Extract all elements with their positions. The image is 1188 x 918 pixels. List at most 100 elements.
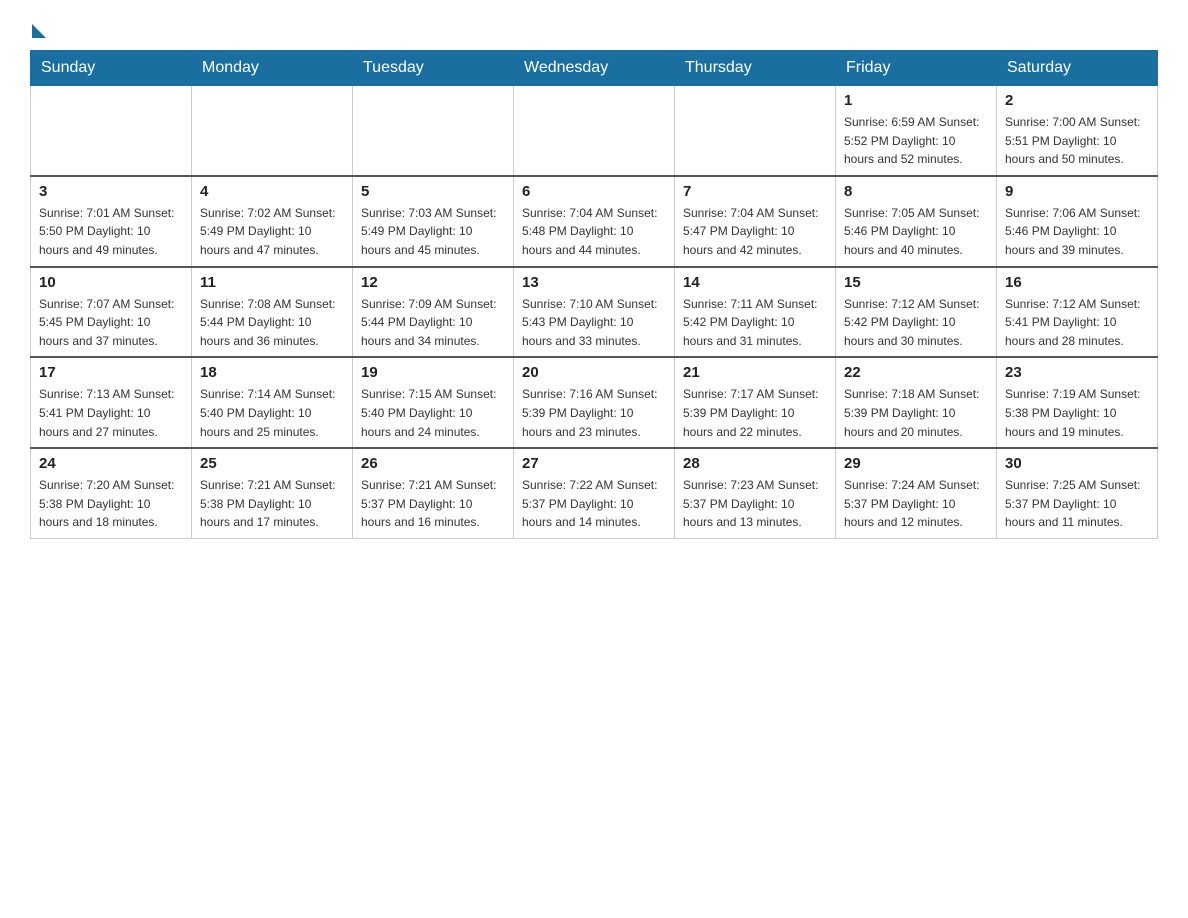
calendar-cell: 21 Sunrise: 7:17 AM Sunset: 5:39 PM Dayli… (675, 357, 836, 448)
calendar-cell: 22 Sunrise: 7:18 AM Sunset: 5:39 PM Dayli… (836, 357, 997, 448)
calendar-cell: 3Sunrise: 7:01 AM Sunset: 5:50 PM Daylig… (31, 176, 192, 267)
calendar-cell: 9Sunrise: 7:06 AM Sunset: 5:46 PM Daylig… (997, 176, 1158, 267)
day-number: 6 (522, 183, 666, 200)
day-info: Sunrise: 7:15 AM Sunset: 5:40 PM Dayligh… (361, 385, 505, 441)
calendar-cell: 27 Sunrise: 7:22 AM Sunset: 5:37 PM Dayli… (514, 448, 675, 538)
day-number: 10 (39, 274, 183, 291)
day-number: 23 (1005, 364, 1149, 381)
day-info: Sunrise: 7:03 AM Sunset: 5:49 PM Dayligh… (361, 204, 505, 260)
calendar-cell: 15 Sunrise: 7:12 AM Sunset: 5:42 PM Dayli… (836, 267, 997, 358)
calendar-cell (514, 86, 675, 176)
calendar-week-row: 1 Sunrise: 6:59 AM Sunset: 5:52 PM Daylig… (31, 86, 1158, 176)
day-number: 1 (844, 92, 988, 109)
calendar-cell: 6 Sunrise: 7:04 AM Sunset: 5:48 PM Daylig… (514, 176, 675, 267)
day-info: Sunrise: 7:06 AM Sunset: 5:46 PM Dayligh… (1005, 204, 1149, 260)
day-info: Sunrise: 7:21 AM Sunset: 5:38 PM Dayligh… (200, 476, 344, 532)
weekday-header-sunday: Sunday (31, 51, 192, 86)
day-info: Sunrise: 7:23 AM Sunset: 5:37 PM Dayligh… (683, 476, 827, 532)
day-number: 15 (844, 274, 988, 291)
calendar-cell: 5Sunrise: 7:03 AM Sunset: 5:49 PM Daylig… (353, 176, 514, 267)
calendar-cell: 2 Sunrise: 7:00 AM Sunset: 5:51 PM Daylig… (997, 86, 1158, 176)
day-number: 4 (200, 183, 344, 200)
day-number: 19 (361, 364, 505, 381)
day-info: Sunrise: 7:04 AM Sunset: 5:47 PM Dayligh… (683, 204, 827, 260)
day-info: Sunrise: 7:22 AM Sunset: 5:37 PM Dayligh… (522, 476, 666, 532)
day-info: Sunrise: 7:12 AM Sunset: 5:41 PM Dayligh… (1005, 295, 1149, 351)
calendar-cell (192, 86, 353, 176)
day-number: 28 (683, 455, 827, 472)
calendar-cell: 7 Sunrise: 7:04 AM Sunset: 5:47 PM Daylig… (675, 176, 836, 267)
day-info: Sunrise: 7:00 AM Sunset: 5:51 PM Dayligh… (1005, 113, 1149, 169)
day-info: Sunrise: 7:08 AM Sunset: 5:44 PM Dayligh… (200, 295, 344, 351)
day-number: 21 (683, 364, 827, 381)
day-info: Sunrise: 7:25 AM Sunset: 5:37 PM Dayligh… (1005, 476, 1149, 532)
calendar-cell: 29 Sunrise: 7:24 AM Sunset: 5:37 PM Dayli… (836, 448, 997, 538)
day-info: Sunrise: 6:59 AM Sunset: 5:52 PM Dayligh… (844, 113, 988, 169)
logo-arrow-icon (32, 24, 46, 38)
day-number: 8 (844, 183, 988, 200)
day-number: 25 (200, 455, 344, 472)
weekday-header-tuesday: Tuesday (353, 51, 514, 86)
day-info: Sunrise: 7:04 AM Sunset: 5:48 PM Dayligh… (522, 204, 666, 260)
calendar-cell: 1 Sunrise: 6:59 AM Sunset: 5:52 PM Daylig… (836, 86, 997, 176)
page-header (30, 20, 1158, 34)
weekday-header-saturday: Saturday (997, 51, 1158, 86)
day-info: Sunrise: 7:19 AM Sunset: 5:38 PM Dayligh… (1005, 385, 1149, 441)
calendar-week-row: 3Sunrise: 7:01 AM Sunset: 5:50 PM Daylig… (31, 176, 1158, 267)
day-info: Sunrise: 7:02 AM Sunset: 5:49 PM Dayligh… (200, 204, 344, 260)
calendar-cell: 20 Sunrise: 7:16 AM Sunset: 5:39 PM Dayli… (514, 357, 675, 448)
day-number: 30 (1005, 455, 1149, 472)
day-number: 29 (844, 455, 988, 472)
weekday-header-friday: Friday (836, 51, 997, 86)
day-number: 2 (1005, 92, 1149, 109)
day-number: 22 (844, 364, 988, 381)
calendar-cell: 13 Sunrise: 7:10 AM Sunset: 5:43 PM Dayli… (514, 267, 675, 358)
weekday-header-wednesday: Wednesday (514, 51, 675, 86)
day-info: Sunrise: 7:05 AM Sunset: 5:46 PM Dayligh… (844, 204, 988, 260)
day-info: Sunrise: 7:18 AM Sunset: 5:39 PM Dayligh… (844, 385, 988, 441)
calendar-week-row: 24 Sunrise: 7:20 AM Sunset: 5:38 PM Dayli… (31, 448, 1158, 538)
day-info: Sunrise: 7:20 AM Sunset: 5:38 PM Dayligh… (39, 476, 183, 532)
day-info: Sunrise: 7:21 AM Sunset: 5:37 PM Dayligh… (361, 476, 505, 532)
calendar-cell: 10 Sunrise: 7:07 AM Sunset: 5:45 PM Dayli… (31, 267, 192, 358)
calendar-cell: 18Sunrise: 7:14 AM Sunset: 5:40 PM Dayli… (192, 357, 353, 448)
day-info: Sunrise: 7:16 AM Sunset: 5:39 PM Dayligh… (522, 385, 666, 441)
calendar-table: SundayMondayTuesdayWednesdayThursdayFrid… (30, 50, 1158, 539)
day-info: Sunrise: 7:24 AM Sunset: 5:37 PM Dayligh… (844, 476, 988, 532)
day-info: Sunrise: 7:12 AM Sunset: 5:42 PM Dayligh… (844, 295, 988, 351)
day-number: 24 (39, 455, 183, 472)
day-number: 17 (39, 364, 183, 381)
weekday-header-thursday: Thursday (675, 51, 836, 86)
calendar-cell (353, 86, 514, 176)
day-number: 20 (522, 364, 666, 381)
day-info: Sunrise: 7:17 AM Sunset: 5:39 PM Dayligh… (683, 385, 827, 441)
calendar-cell: 11 Sunrise: 7:08 AM Sunset: 5:44 PM Dayli… (192, 267, 353, 358)
day-number: 11 (200, 274, 344, 291)
day-number: 12 (361, 274, 505, 291)
calendar-cell: 19 Sunrise: 7:15 AM Sunset: 5:40 PM Dayli… (353, 357, 514, 448)
calendar-cell: 30 Sunrise: 7:25 AM Sunset: 5:37 PM Dayli… (997, 448, 1158, 538)
calendar-cell: 14 Sunrise: 7:11 AM Sunset: 5:42 PM Dayli… (675, 267, 836, 358)
calendar-cell: 8 Sunrise: 7:05 AM Sunset: 5:46 PM Daylig… (836, 176, 997, 267)
calendar-cell (31, 86, 192, 176)
day-number: 16 (1005, 274, 1149, 291)
calendar-week-row: 10 Sunrise: 7:07 AM Sunset: 5:45 PM Dayli… (31, 267, 1158, 358)
day-info: Sunrise: 7:14 AM Sunset: 5:40 PM Dayligh… (200, 385, 344, 441)
calendar-week-row: 17Sunrise: 7:13 AM Sunset: 5:41 PM Dayli… (31, 357, 1158, 448)
day-number: 26 (361, 455, 505, 472)
day-info: Sunrise: 7:07 AM Sunset: 5:45 PM Dayligh… (39, 295, 183, 351)
calendar-cell (675, 86, 836, 176)
day-number: 13 (522, 274, 666, 291)
day-number: 7 (683, 183, 827, 200)
day-info: Sunrise: 7:10 AM Sunset: 5:43 PM Dayligh… (522, 295, 666, 351)
calendar-cell: 23 Sunrise: 7:19 AM Sunset: 5:38 PM Dayli… (997, 357, 1158, 448)
calendar-cell: 26 Sunrise: 7:21 AM Sunset: 5:37 PM Dayli… (353, 448, 514, 538)
calendar-cell: 25 Sunrise: 7:21 AM Sunset: 5:38 PM Dayli… (192, 448, 353, 538)
day-number: 27 (522, 455, 666, 472)
day-number: 14 (683, 274, 827, 291)
day-info: Sunrise: 7:01 AM Sunset: 5:50 PM Dayligh… (39, 204, 183, 260)
calendar-cell: 28 Sunrise: 7:23 AM Sunset: 5:37 PM Dayli… (675, 448, 836, 538)
calendar-cell: 4 Sunrise: 7:02 AM Sunset: 5:49 PM Daylig… (192, 176, 353, 267)
calendar-header-row: SundayMondayTuesdayWednesdayThursdayFrid… (31, 51, 1158, 86)
day-info: Sunrise: 7:11 AM Sunset: 5:42 PM Dayligh… (683, 295, 827, 351)
